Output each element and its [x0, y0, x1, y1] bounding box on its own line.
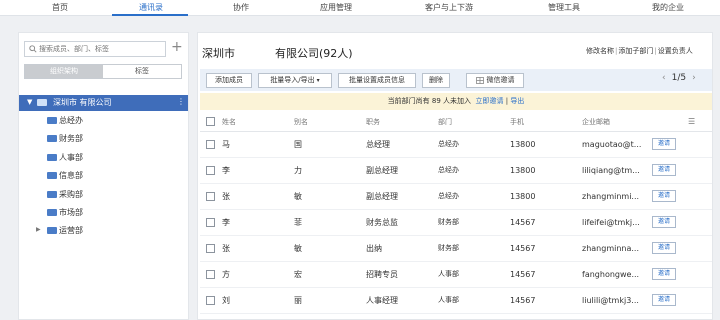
- member-toolbar: 添加成员 批量导入/导出 ▾ 批量设置成员信息 删除 微信邀请 ‹ 1/5 ›: [200, 69, 712, 91]
- nav-app-management[interactable]: 应用管理: [320, 2, 352, 13]
- folder-icon: [47, 117, 57, 124]
- company-name: 深圳市 有限公司: [53, 98, 112, 107]
- add-member-button[interactable]: 添加成员: [206, 73, 252, 88]
- folder-icon: [47, 172, 57, 179]
- member-search-box[interactable]: [24, 41, 166, 57]
- table-row[interactable]: 李 菲 财务总监 财务部 14567 lifeifei@tmkj... 邀请: [200, 209, 712, 236]
- bulk-import-export-button[interactable]: 批量导入/导出 ▾: [258, 73, 332, 88]
- table-row[interactable]: 张 敏 副总经理 总经办 13800 zhangminmi... 邀请: [200, 183, 712, 210]
- table-row[interactable]: 方 宏 招聘专员 人事部 14567 fanghongwe... 邀请: [200, 261, 712, 288]
- column-header-alias[interactable]: 别名: [294, 113, 366, 132]
- pagination: ‹ 1/5 ›: [656, 73, 702, 83]
- row-checkbox[interactable]: [206, 165, 215, 175]
- tree-item-dept[interactable]: ▶ 运营部: [19, 223, 188, 239]
- invite-button[interactable]: 邀请: [652, 216, 676, 228]
- tab-tags[interactable]: 标签: [103, 65, 181, 78]
- folder-icon: [47, 191, 57, 198]
- row-checkbox[interactable]: [206, 295, 215, 305]
- column-settings-icon[interactable]: ☰: [688, 117, 695, 126]
- page-title: 深圳市 有限公司(92人): [202, 47, 353, 60]
- table-row[interactable]: 张 敏 出纳 财务部 14567 zhangminna... 邀请: [200, 235, 712, 262]
- folder-icon: [47, 209, 57, 216]
- active-tab-indicator: [112, 14, 188, 16]
- nav-management-tools[interactable]: 管理工具: [548, 2, 580, 13]
- search-input[interactable]: [39, 43, 163, 55]
- chevron-down-icon: ▾: [316, 77, 320, 84]
- tree-item-dept[interactable]: 市场部: [19, 205, 188, 221]
- set-manager-link[interactable]: 设置负责人: [658, 47, 693, 55]
- table-row[interactable]: 马 国 总经理 总经办 13800 maguotao@t... 邀请: [200, 131, 712, 158]
- export-link[interactable]: 导出: [510, 97, 524, 105]
- column-header-dept[interactable]: 部门: [438, 113, 510, 132]
- sidebar-view-switch: 组织架构 标签: [24, 64, 182, 79]
- row-checkbox[interactable]: [206, 191, 215, 201]
- invite-now-link[interactable]: 立即邀请: [475, 97, 503, 105]
- org-sidebar: + 组织架构 标签 ▼ 深圳市 有限公司 ⋮ 总经办 财务部 人事部 信息部 采…: [18, 32, 189, 320]
- invite-button[interactable]: 邀请: [652, 268, 676, 280]
- delete-button[interactable]: 删除: [422, 73, 450, 88]
- top-navigation: 首页 通讯录 协作 应用管理 客户与上下游 管理工具 我的企业: [0, 0, 720, 16]
- tab-org-structure[interactable]: 组织架构: [25, 65, 103, 78]
- nav-customers[interactable]: 客户与上下游: [425, 2, 473, 13]
- table-row[interactable]: 李 力 副总经理 总经办 13800 liliqiang@tm... 邀请: [200, 157, 712, 184]
- tree-item-dept[interactable]: 总经办: [19, 113, 188, 129]
- bulk-set-info-button[interactable]: 批量设置成员信息: [338, 73, 416, 88]
- row-checkbox[interactable]: [206, 217, 215, 227]
- nav-my-enterprise[interactable]: 我的企业: [652, 2, 684, 13]
- folder-icon: [37, 99, 47, 106]
- folder-icon: [47, 154, 57, 161]
- nav-contacts[interactable]: 通讯录: [139, 2, 163, 13]
- search-icon: [29, 45, 37, 53]
- add-icon[interactable]: +: [171, 39, 183, 55]
- tree-item-dept[interactable]: 财务部: [19, 131, 188, 147]
- next-page-icon[interactable]: ›: [692, 73, 696, 83]
- more-options-icon[interactable]: ⋮: [177, 97, 185, 106]
- folder-icon: [47, 135, 57, 142]
- page-indicator: 1/5: [671, 73, 687, 83]
- invite-button[interactable]: 邀请: [652, 164, 676, 176]
- wechat-invite-button[interactable]: 微信邀请: [466, 73, 524, 88]
- expand-caret-icon[interactable]: ▶: [36, 226, 41, 233]
- nav-home[interactable]: 首页: [52, 2, 68, 13]
- invite-button[interactable]: 邀请: [652, 242, 676, 254]
- pending-join-notice: 当前部门尚有 89 人未加入 立即邀请 | 导出: [200, 93, 712, 110]
- tree-root-company[interactable]: ▼ 深圳市 有限公司 ⋮: [19, 95, 188, 111]
- table-row[interactable]: 刘 丽 人事经理 人事部 14567 liulili@tmkj3... 邀请: [200, 287, 712, 314]
- column-header-email[interactable]: 企业邮箱: [582, 113, 652, 132]
- tree-item-dept[interactable]: 人事部: [19, 150, 188, 166]
- folder-icon: [47, 227, 57, 234]
- invite-button[interactable]: 邀请: [652, 294, 676, 306]
- collapse-caret-icon[interactable]: ▼: [27, 98, 32, 106]
- column-header-title[interactable]: 职务: [366, 113, 438, 132]
- member-table: 姓名 别名 职务 部门 手机 企业邮箱 ☰ 马 国 总经理 总经办 13800 …: [200, 113, 712, 314]
- table-header-row: 姓名 别名 职务 部门 手机 企业邮箱 ☰: [200, 113, 712, 132]
- dept-actions: 修改名称|添加子部门|设置负责人: [586, 47, 693, 55]
- nav-collaboration[interactable]: 协作: [233, 2, 249, 13]
- column-header-phone[interactable]: 手机: [510, 113, 582, 132]
- grid-icon: [475, 76, 484, 84]
- invite-button[interactable]: 邀请: [652, 190, 676, 202]
- tree-item-dept[interactable]: 采购部: [19, 187, 188, 203]
- prev-page-icon[interactable]: ‹: [662, 73, 666, 83]
- row-checkbox[interactable]: [206, 243, 215, 253]
- row-checkbox[interactable]: [206, 139, 215, 149]
- column-header-name[interactable]: 姓名: [222, 113, 294, 132]
- add-subdept-link[interactable]: 添加子部门: [618, 47, 653, 55]
- member-list-panel: 深圳市 有限公司(92人) 修改名称|添加子部门|设置负责人 添加成员 批量导入/…: [197, 32, 713, 320]
- row-checkbox[interactable]: [206, 269, 215, 279]
- tree-item-dept[interactable]: 信息部: [19, 168, 188, 184]
- invite-button[interactable]: 邀请: [652, 138, 676, 150]
- select-all-checkbox[interactable]: [206, 117, 215, 127]
- rename-link[interactable]: 修改名称: [586, 47, 614, 55]
